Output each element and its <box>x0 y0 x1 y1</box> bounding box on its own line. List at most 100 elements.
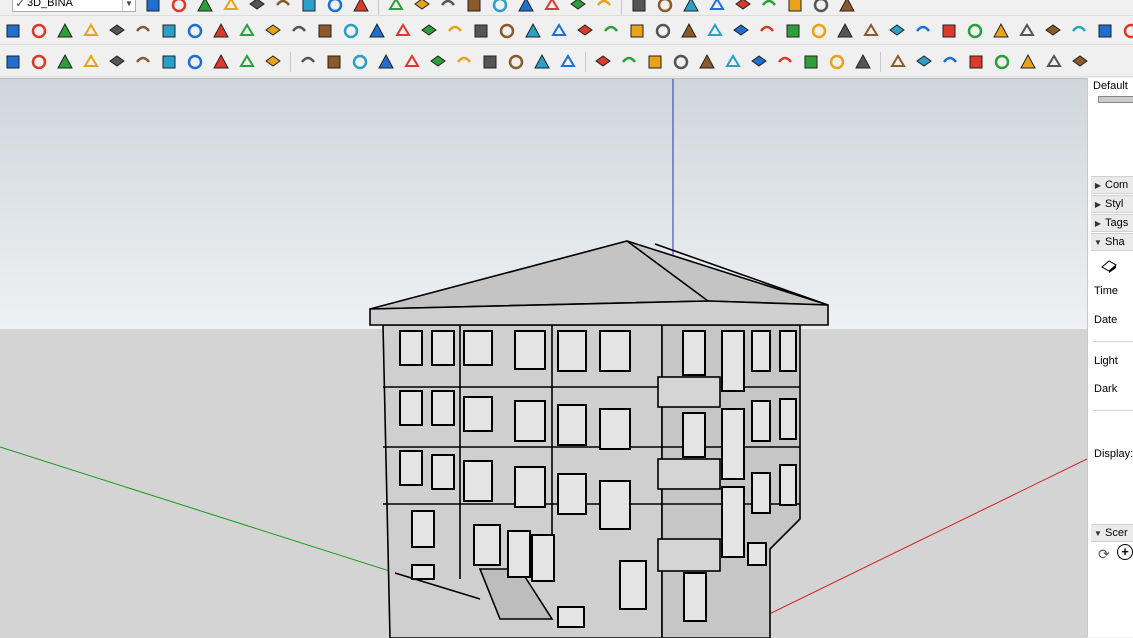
wedge-tool-icon[interactable] <box>644 51 666 73</box>
loop-icon[interactable] <box>522 20 544 42</box>
nodes-icon[interactable] <box>860 20 882 42</box>
green-cross-icon[interactable] <box>392 20 414 42</box>
triangle-icon[interactable] <box>496 20 518 42</box>
shadow-toggle-icon[interactable] <box>1100 258 1118 274</box>
red-square-icon[interactable] <box>184 20 206 42</box>
cloud-upload-icon[interactable] <box>184 51 206 73</box>
house-icon[interactable] <box>706 0 728 15</box>
scale-icon[interactable] <box>385 0 407 15</box>
cursor-tool-icon[interactable] <box>531 51 553 73</box>
tray-tags[interactable]: ▶ Tags <box>1091 214 1133 232</box>
curve-icon[interactable] <box>314 20 336 42</box>
arc-tool-icon[interactable] <box>323 51 345 73</box>
yellow-tile-icon[interactable] <box>54 20 76 42</box>
red-cross-icon[interactable] <box>366 20 388 42</box>
fold-icon[interactable] <box>852 51 874 73</box>
wave-alt-icon[interactable] <box>939 51 961 73</box>
tray-styles[interactable]: ▶ Styl <box>1091 195 1133 213</box>
blue-x-icon[interactable] <box>418 20 440 42</box>
house-outline-icon[interactable] <box>732 0 754 15</box>
info-icon[interactable] <box>262 51 284 73</box>
stack-blue-icon[interactable] <box>836 0 858 15</box>
knot-icon[interactable] <box>600 20 622 42</box>
white-tile-icon[interactable] <box>132 20 154 42</box>
columns-icon[interactable] <box>748 51 770 73</box>
angle-tool-icon[interactable] <box>557 51 579 73</box>
grid-yellow-icon[interactable] <box>938 20 960 42</box>
settings-icon[interactable] <box>210 51 232 73</box>
chevron-down-icon[interactable]: ▼ <box>122 0 135 11</box>
gem-icon[interactable] <box>834 20 856 42</box>
cut-tool-icon[interactable] <box>375 51 397 73</box>
user-icon[interactable] <box>654 0 676 15</box>
copy-icon[interactable] <box>1094 20 1116 42</box>
stack-icon[interactable] <box>784 0 806 15</box>
plus-circle-icon[interactable] <box>80 51 102 73</box>
ramp-icon[interactable] <box>1017 51 1039 73</box>
cone-tool-icon[interactable] <box>722 51 744 73</box>
home-icon[interactable] <box>680 0 702 15</box>
orbit-icon[interactable] <box>489 0 511 15</box>
add-scene-icon[interactable]: + <box>1117 544 1133 560</box>
tray-components[interactable]: ▶ Com <box>1091 176 1133 194</box>
flag-icon[interactable] <box>236 20 258 42</box>
flag-tool-icon[interactable] <box>826 51 848 73</box>
box-icon[interactable] <box>210 20 232 42</box>
sun-wedge-icon[interactable] <box>132 51 154 73</box>
spiral-icon[interactable] <box>158 20 180 42</box>
rectangle-icon[interactable] <box>272 0 294 15</box>
boxes-icon[interactable] <box>730 20 752 42</box>
door-icon[interactable] <box>1043 51 1065 73</box>
refresh-icon[interactable] <box>28 51 50 73</box>
tool-icon[interactable] <box>288 20 310 42</box>
line-tool-icon[interactable] <box>297 51 319 73</box>
house-front-icon[interactable] <box>758 0 780 15</box>
logo-e-icon[interactable] <box>2 51 24 73</box>
red-tile-icon[interactable] <box>106 20 128 42</box>
stack-alt-icon[interactable] <box>810 0 832 15</box>
pyramid-icon[interactable] <box>470 20 492 42</box>
slope-tool-icon[interactable] <box>618 51 640 73</box>
3d-viewport[interactable] <box>0 78 1087 638</box>
dots-red-icon[interactable] <box>990 20 1012 42</box>
tree-icon[interactable] <box>106 51 128 73</box>
checker-icon[interactable] <box>158 51 180 73</box>
puzzle-icon[interactable] <box>704 20 726 42</box>
roll-icon[interactable] <box>262 20 284 42</box>
copy-alt-icon[interactable] <box>1120 20 1133 42</box>
loop-alt-icon[interactable] <box>548 20 570 42</box>
move-icon[interactable] <box>324 0 346 15</box>
nodes-red-icon[interactable] <box>886 20 908 42</box>
cube-dark-icon[interactable] <box>1068 20 1090 42</box>
blue-tile-icon[interactable] <box>2 20 24 42</box>
bucket-tool-icon[interactable] <box>696 51 718 73</box>
refresh-scenes-icon[interactable]: ⟳ <box>1098 546 1110 563</box>
tray-shadows[interactable]: ▼ Sha <box>1091 233 1133 251</box>
circle-dots-icon[interactable] <box>1016 20 1038 42</box>
eraser-tool-icon[interactable] <box>349 51 371 73</box>
spiral-shell-icon[interactable] <box>574 20 596 42</box>
arc-icon[interactable] <box>220 0 242 15</box>
shape-alt-icon[interactable] <box>427 51 449 73</box>
eraser-icon[interactable] <box>168 0 190 15</box>
section-plane-icon[interactable] <box>593 0 615 15</box>
columns-alt-icon[interactable] <box>774 51 796 73</box>
text-icon[interactable] <box>437 0 459 15</box>
boxes-alt-icon[interactable] <box>756 20 778 42</box>
hook-icon[interactable] <box>678 20 700 42</box>
cone-icon[interactable] <box>444 20 466 42</box>
stair-icon[interactable] <box>887 51 909 73</box>
cup-icon[interactable] <box>652 20 674 42</box>
shape-tool-icon[interactable] <box>401 51 423 73</box>
tray-scenes[interactable]: ▼ Scer <box>1091 524 1133 542</box>
pipe-icon[interactable] <box>991 51 1013 73</box>
wave-icon[interactable] <box>913 51 935 73</box>
spring-icon[interactable] <box>965 51 987 73</box>
paint-bucket-icon[interactable] <box>246 0 268 15</box>
boxes-gray-icon[interactable] <box>808 20 830 42</box>
push-pull-icon[interactable] <box>298 0 320 15</box>
zoom-icon[interactable] <box>541 0 563 15</box>
tape-measure-icon[interactable] <box>411 0 433 15</box>
layers-icon[interactable] <box>628 0 650 15</box>
sphere-tool-icon[interactable] <box>505 51 527 73</box>
